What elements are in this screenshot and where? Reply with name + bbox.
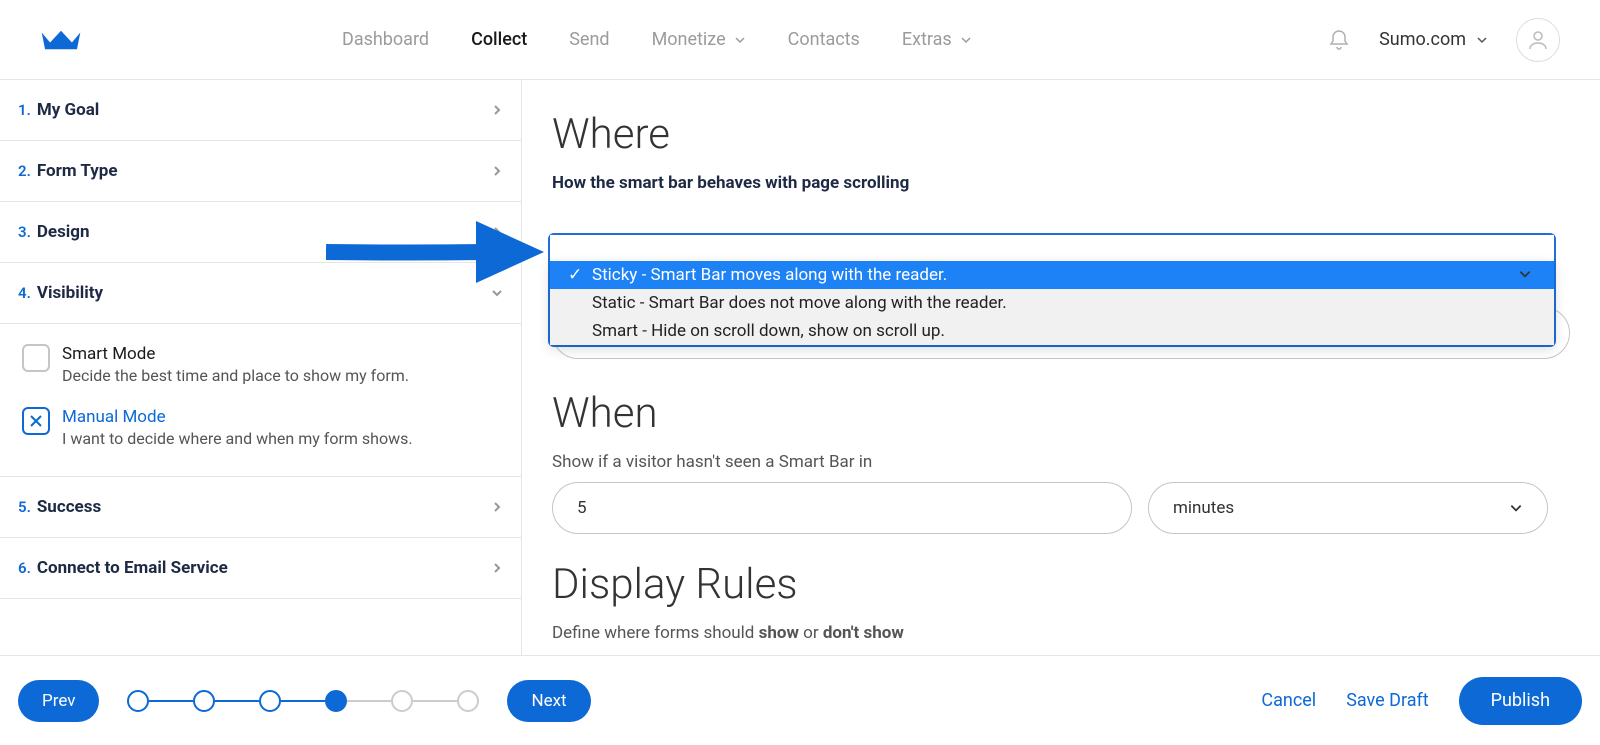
top-nav: Dashboard Collect Send Monetize Contacts… [0, 0, 1600, 80]
prev-button[interactable]: Prev [18, 680, 99, 722]
progress-step-6[interactable] [457, 690, 479, 712]
logo-crown-icon [40, 27, 82, 53]
chevron-right-icon [491, 226, 503, 238]
option-manual-mode[interactable]: Manual Mode I want to decide where and w… [22, 407, 499, 448]
frequency-value-input[interactable]: 5 [552, 482, 1132, 534]
progress-step-1[interactable] [127, 690, 149, 712]
when-label: Show if a visitor hasn't seen a Smart Ba… [552, 452, 1570, 472]
x-icon [29, 414, 43, 428]
progress-step-5[interactable] [391, 690, 413, 712]
main: 1.My Goal 2.Form Type 3.Design 4.Visibil… [0, 80, 1600, 655]
site-switcher[interactable]: Sumo.com [1379, 29, 1488, 50]
nav-dashboard[interactable]: Dashboard [342, 29, 429, 50]
visibility-options: Smart Mode Decide the best time and plac… [0, 324, 521, 477]
user-avatar[interactable] [1516, 18, 1560, 62]
display-rules-heading: Display Rules [552, 560, 1570, 609]
step-success[interactable]: 5.Success [0, 477, 521, 538]
chevron-right-icon [491, 104, 503, 116]
nav-collect[interactable]: Collect [471, 29, 527, 50]
person-icon [1526, 28, 1550, 52]
behavior-dropdown-open: Sticky - Smart Bar moves along with the … [548, 233, 1556, 347]
step-form-type[interactable]: 2.Form Type [0, 141, 521, 202]
option-smart-mode[interactable]: Smart Mode Decide the best time and plac… [22, 344, 499, 385]
sidebar: 1.My Goal 2.Form Type 3.Design 4.Visibil… [0, 80, 522, 655]
chevron-right-icon [491, 165, 503, 177]
progress-indicator [127, 690, 479, 712]
progress-step-3[interactable] [259, 690, 281, 712]
when-heading: When [552, 389, 1570, 438]
step-design[interactable]: 3.Design [0, 202, 521, 263]
nav-monetize[interactable]: Monetize [652, 29, 746, 50]
progress-step-2[interactable] [193, 690, 215, 712]
save-draft-button[interactable]: Save Draft [1346, 690, 1428, 711]
dropdown-option-static[interactable]: Static - Smart Bar does not move along w… [550, 289, 1554, 317]
chevron-down-icon [491, 287, 503, 299]
dropdown-option-sticky[interactable]: Sticky - Smart Bar moves along with the … [550, 261, 1554, 289]
publish-button[interactable]: Publish [1459, 677, 1582, 725]
checkbox-checked[interactable] [22, 407, 50, 435]
display-rules-desc: Define where forms should show or don't … [552, 623, 1570, 643]
nav-send[interactable]: Send [569, 29, 609, 50]
checkbox-unchecked[interactable] [22, 344, 50, 372]
content-panel: Where How the smart bar behaves with pag… [522, 80, 1600, 655]
bottom-bar: Prev Next Cancel Save Draft Publish [0, 655, 1600, 745]
cancel-button[interactable]: Cancel [1261, 690, 1316, 711]
chevron-right-icon [491, 501, 503, 513]
chevron-down-icon [1476, 34, 1488, 46]
chevron-down-icon [960, 34, 972, 46]
dropdown-option-smart[interactable]: Smart - Hide on scroll down, show on scr… [550, 317, 1554, 345]
nav-extras[interactable]: Extras [902, 29, 972, 50]
where-heading: Where [552, 110, 1570, 159]
chevron-down-icon [1509, 501, 1523, 515]
step-visibility[interactable]: 4.Visibility [0, 263, 521, 324]
frequency-unit-select[interactable]: minutes [1148, 482, 1548, 534]
notifications-bell-icon[interactable] [1327, 28, 1351, 52]
chevron-right-icon [491, 562, 503, 574]
nav-contacts[interactable]: Contacts [788, 29, 860, 50]
progress-step-4-current[interactable] [325, 690, 347, 712]
next-button[interactable]: Next [507, 680, 590, 722]
where-label: How the smart bar behaves with page scro… [552, 173, 1570, 193]
step-connect-email[interactable]: 6.Connect to Email Service [0, 538, 521, 599]
step-my-goal[interactable]: 1.My Goal [0, 80, 521, 141]
chevron-down-icon[interactable] [1518, 267, 1532, 281]
chevron-down-icon [734, 34, 746, 46]
